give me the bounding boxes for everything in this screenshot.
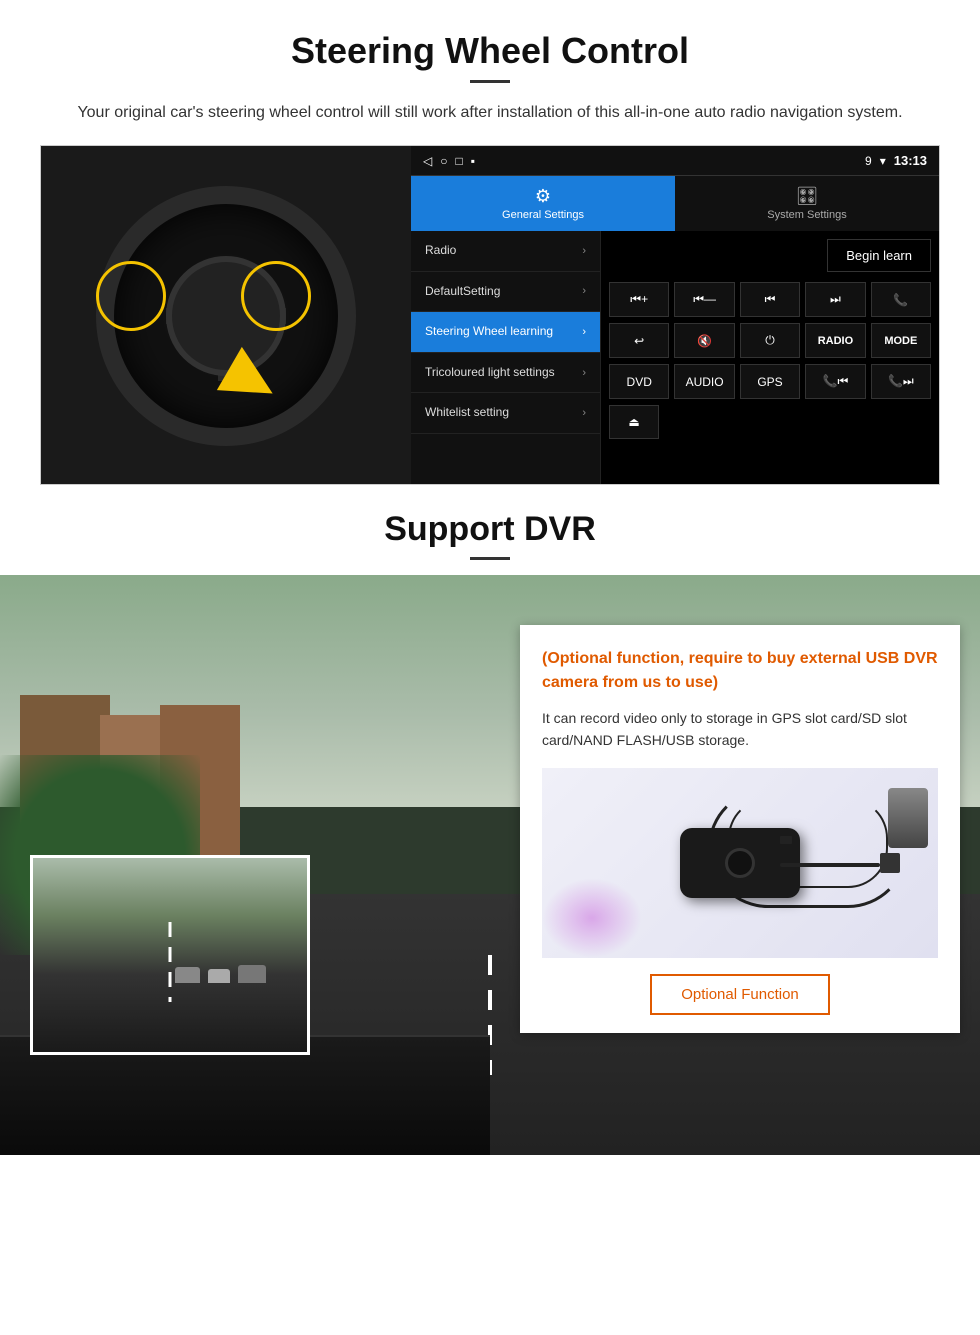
dvr-optional-text: (Optional function, require to buy exter… <box>542 647 938 695</box>
menu-item-tricoloured-label: Tricoloured light settings <box>425 365 555 381</box>
ctrl-next-track[interactable]: ⏭ <box>805 282 865 317</box>
chevron-icon: › <box>582 367 586 379</box>
ctrl-radio[interactable]: RADIO <box>805 323 865 358</box>
ctrl-row-1: ⏮+ ⏮— ⏮ ⏭ 📞 <box>609 282 931 317</box>
optional-function-button[interactable]: Optional Function <box>650 974 830 1015</box>
tab-general-label: General Settings <box>502 209 584 221</box>
purple-glow <box>542 878 642 958</box>
highlight-left <box>96 261 166 331</box>
ctrl-vol-up[interactable]: ⏮+ <box>609 282 669 317</box>
home-icon[interactable]: ○ <box>440 154 447 168</box>
statusbar-status-icons: 9 ▾ 13:13 <box>865 153 927 168</box>
menu-item-whitelist-label: Whitelist setting <box>425 405 509 421</box>
signal-icon: 9 <box>865 154 872 168</box>
recents-icon[interactable]: □ <box>455 154 462 168</box>
steering-wheel-graphic <box>66 166 386 466</box>
menu-item-radio-label: Radio <box>425 243 456 259</box>
preview-road-line <box>169 922 172 1002</box>
camera-lens <box>725 848 755 878</box>
page-title: Steering Wheel Control <box>40 30 940 72</box>
menu-item-tricoloured[interactable]: Tricoloured light settings › <box>411 353 600 394</box>
ctrl-audio[interactable]: AUDIO <box>674 364 734 399</box>
chevron-icon: › <box>582 326 586 338</box>
ctrl-row-2: ↩ 🔇 ⏻ RADIO MODE <box>609 323 931 358</box>
ctrl-row-4: ⏏ <box>609 405 931 439</box>
usb-connector <box>888 788 928 848</box>
tab-system-settings[interactable]: 🎛 System Settings <box>675 176 939 231</box>
ctrl-vol-down[interactable]: ⏮— <box>674 282 734 317</box>
android-panel: ◁ ○ □ ▪ 9 ▾ 13:13 ⚙ General Settings <box>411 146 939 484</box>
ctrl-mute[interactable]: 🔇 <box>674 323 734 358</box>
ctrl-phone-next[interactable]: 📞⏭ <box>871 364 931 399</box>
statusbar-nav-icons: ◁ ○ □ ▪ <box>423 154 475 168</box>
ctrl-hang-up[interactable]: ↩ <box>609 323 669 358</box>
dvr-camera-image <box>542 768 938 958</box>
wifi-icon: ▾ <box>880 154 886 168</box>
menu-item-steering-label: Steering Wheel learning <box>425 324 553 340</box>
camera-assembly <box>680 828 800 898</box>
preview-car-2 <box>208 969 230 983</box>
menu-item-defaultsetting[interactable]: DefaultSetting › <box>411 272 600 313</box>
ctrl-power[interactable]: ⏻ <box>740 323 800 358</box>
preview-car-3 <box>238 965 266 983</box>
usb-plug <box>880 853 900 873</box>
menu-item-steering[interactable]: Steering Wheel learning › <box>411 312 600 353</box>
preview-car-1 <box>175 967 200 983</box>
begin-learn-button[interactable]: Begin learn <box>827 239 931 272</box>
status-time: 13:13 <box>894 153 927 168</box>
section-steering: Steering Wheel Control Your original car… <box>0 0 980 485</box>
android-menu-list: Radio › DefaultSetting › Steering Wheel … <box>411 231 601 484</box>
menu-item-whitelist[interactable]: Whitelist setting › <box>411 393 600 434</box>
ctrl-phone-prev[interactable]: 📞⏮ <box>805 364 865 399</box>
subtitle-text: Your original car's steering wheel contr… <box>60 101 920 125</box>
dvr-divider <box>470 557 510 560</box>
ui-demo: ◁ ○ □ ▪ 9 ▾ 13:13 ⚙ General Settings <box>40 145 940 485</box>
begin-learn-row: Begin learn <box>609 239 931 272</box>
android-statusbar: ◁ ○ □ ▪ 9 ▾ 13:13 <box>411 146 939 176</box>
menu-icon[interactable]: ▪ <box>471 154 475 168</box>
ctrl-row-3: DVD AUDIO GPS 📞⏮ 📞⏭ <box>609 364 931 399</box>
title-divider <box>470 80 510 83</box>
dvr-preview-scene <box>33 858 307 1052</box>
dvr-info-box: (Optional function, require to buy exter… <box>520 625 960 1033</box>
chevron-icon: › <box>582 245 586 257</box>
gear-icon: ⚙ <box>535 186 551 207</box>
menu-item-radio[interactable]: Radio › <box>411 231 600 272</box>
camera-detail <box>780 836 792 844</box>
menu-item-default-label: DefaultSetting <box>425 284 500 300</box>
android-tabs: ⚙ General Settings 🎛 System Settings <box>411 176 939 231</box>
arrow-shape <box>217 347 285 415</box>
arrow-overlay <box>226 356 276 406</box>
preview-cars <box>175 965 266 983</box>
ctrl-phone[interactable]: 📞 <box>871 282 931 317</box>
dvr-title: Support DVR <box>40 510 940 549</box>
dvr-preview-thumbnail <box>30 855 310 1055</box>
dvr-description: It can record video only to storage in G… <box>542 707 938 752</box>
ctrl-eject[interactable]: ⏏ <box>609 405 659 439</box>
camera-body <box>680 828 800 898</box>
ctrl-dvd[interactable]: DVD <box>609 364 669 399</box>
chevron-icon: › <box>582 285 586 297</box>
dvr-title-area: Support DVR <box>0 485 980 575</box>
cable-line <box>780 863 880 867</box>
system-icon: 🎛 <box>796 186 819 207</box>
steering-photo <box>41 146 411 485</box>
ctrl-mode[interactable]: MODE <box>871 323 931 358</box>
highlight-right <box>241 261 311 331</box>
dvr-photo-area: (Optional function, require to buy exter… <box>0 575 980 1155</box>
chevron-icon: › <box>582 407 586 419</box>
ctrl-prev-track[interactable]: ⏮ <box>740 282 800 317</box>
back-icon[interactable]: ◁ <box>423 154 432 168</box>
ctrl-gps[interactable]: GPS <box>740 364 800 399</box>
android-content: Radio › DefaultSetting › Steering Wheel … <box>411 231 939 484</box>
controls-panel: Begin learn ⏮+ ⏮— ⏮ ⏭ 📞 ↩ 🔇 ⏻ RADIO <box>601 231 939 484</box>
section-dvr: Support DVR <box>0 485 980 1155</box>
tab-general-settings[interactable]: ⚙ General Settings <box>411 176 675 231</box>
tab-system-label: System Settings <box>767 209 846 221</box>
